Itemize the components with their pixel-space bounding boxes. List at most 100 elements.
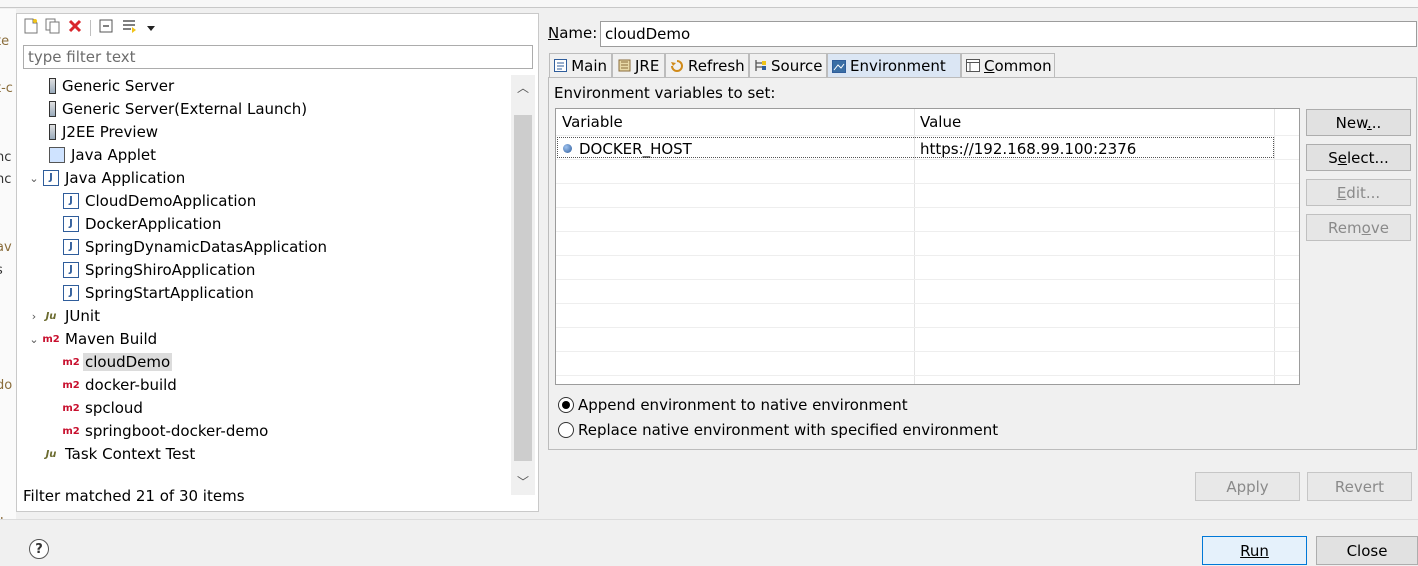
- scroll-up-button[interactable]: ︿: [511, 75, 535, 99]
- tree-item-springdynamicdatasapplication[interactable]: J SpringDynamicDatasApplication: [63, 236, 329, 258]
- new-file-icon: [24, 18, 38, 38]
- tab-main[interactable]: Main: [549, 53, 612, 77]
- append-label: Append environment to native environment: [578, 396, 908, 414]
- column-header-variable[interactable]: Variable: [556, 109, 914, 135]
- collapse-all-icon: [99, 19, 113, 37]
- server-icon: [49, 101, 56, 117]
- column-header-value[interactable]: Value: [914, 109, 1274, 135]
- replace-env-option[interactable]: Replace native environment with specifie…: [558, 421, 998, 439]
- append-radio[interactable]: [558, 397, 574, 413]
- tree-item-label: Generic Server: [62, 77, 175, 95]
- tree-item-springboot-docker-demo[interactable]: m2 springboot-docker-demo: [62, 420, 270, 442]
- applet-icon: [49, 147, 65, 163]
- apply-button[interactable]: Apply: [1195, 472, 1300, 501]
- server-icon: [49, 124, 56, 140]
- tree-item-clouddemoapplication[interactable]: J CloudDemoApplication: [63, 190, 258, 212]
- run-button[interactable]: Run: [1202, 536, 1307, 565]
- row-divider: [556, 303, 1299, 304]
- tree-item-clouddemo[interactable]: m2 cloudDemo: [62, 351, 173, 373]
- collapse-all-button[interactable]: [96, 18, 116, 38]
- tree-item-task-context-test[interactable]: Ju Task Context Test: [43, 443, 197, 465]
- chevron-right-icon[interactable]: ›: [27, 310, 41, 323]
- select-variable-button[interactable]: Select...: [1306, 144, 1411, 171]
- revert-button[interactable]: Revert: [1307, 472, 1412, 501]
- filter-configs-button[interactable]: [119, 18, 139, 38]
- tree-item-generic-server[interactable]: Generic Server: [33, 75, 176, 97]
- tree-item-label: springboot-docker-demo: [85, 422, 269, 440]
- new-config-button[interactable]: [21, 18, 41, 38]
- environment-tab-panel: Environment variables to set: Variable V…: [548, 77, 1417, 450]
- tab-common[interactable]: Common: [961, 53, 1055, 77]
- tab-source[interactable]: Source: [749, 53, 827, 77]
- common-tab-icon: [966, 59, 980, 73]
- tree-item-j2ee-preview[interactable]: J2EE Preview: [33, 121, 160, 143]
- tree-item-label: Java Application: [65, 169, 186, 187]
- row-divider: [556, 159, 1299, 160]
- name-input[interactable]: [600, 21, 1417, 47]
- row-divider: [556, 327, 1299, 328]
- tree-item-label: SpringDynamicDatasApplication: [85, 238, 327, 256]
- edge-fragment: te: [0, 34, 10, 49]
- tab-jre[interactable]: JRE: [612, 53, 665, 77]
- chevron-down-icon[interactable]: ⌄: [27, 333, 41, 346]
- tree-item-label: Java Applet: [71, 146, 157, 164]
- edge-fragment: nc: [0, 150, 12, 165]
- scroll-thumb[interactable]: [514, 115, 532, 461]
- tab-refresh[interactable]: Refresh: [665, 53, 749, 77]
- background-window-edge: te t-c nc nc av s do JL: [0, 9, 16, 519]
- delete-config-button[interactable]: [65, 18, 85, 38]
- filter-input[interactable]: [23, 45, 533, 69]
- duplicate-config-button[interactable]: [43, 18, 63, 38]
- tree-item-springstartapplication[interactable]: J SpringStartApplication: [63, 282, 256, 304]
- tree-scrollbar[interactable]: ︿ ﹀: [511, 75, 535, 495]
- name-label: Name:: [548, 24, 598, 42]
- environment-tab-icon: [832, 59, 846, 73]
- row-divider: [556, 279, 1299, 280]
- cell-variable: DOCKER_HOST: [579, 140, 692, 158]
- tree-item-maven-build[interactable]: ⌄ m2 Maven Build: [27, 328, 159, 350]
- tree-item-dockerapplication[interactable]: J DockerApplication: [63, 213, 223, 235]
- maven-icon: m2: [62, 379, 80, 391]
- edge-fragment: nc: [0, 172, 12, 187]
- question-icon: ?: [35, 541, 43, 557]
- chevron-down-icon: ﹀: [516, 474, 529, 489]
- jre-tab-icon: [617, 59, 631, 73]
- tree-item-spcloud[interactable]: m2 spcloud: [62, 397, 145, 419]
- chevron-down-icon[interactable]: ⌄: [27, 172, 41, 185]
- maven-icon: m2: [62, 402, 80, 414]
- tree-item-label: JUnit: [65, 307, 100, 325]
- edit-variable-button[interactable]: Edit...: [1306, 179, 1411, 206]
- row-divider: [556, 375, 1299, 376]
- edge-fragment: t-c: [0, 81, 13, 96]
- env-variables-table[interactable]: Variable Value DOCKER_HOST https://192.1…: [555, 108, 1300, 385]
- launch-config-tree: Generic Server Generic Server(External L…: [17, 75, 511, 479]
- help-button[interactable]: ?: [29, 539, 49, 559]
- maven-icon: m2: [42, 333, 60, 345]
- append-env-option[interactable]: Append environment to native environment: [558, 396, 908, 414]
- tree-item-junit[interactable]: › Ju JUnit: [27, 305, 102, 327]
- replace-radio[interactable]: [558, 422, 574, 438]
- tree-item-generic-server-external[interactable]: Generic Server(External Launch): [33, 98, 309, 120]
- tree-item-java-application[interactable]: ⌄ J Java Application: [27, 167, 187, 189]
- java-app-icon: J: [43, 170, 59, 186]
- view-menu-button[interactable]: [141, 18, 161, 38]
- replace-label: Replace native environment with specifie…: [578, 421, 999, 439]
- row-divider: [556, 231, 1299, 232]
- tree-item-label: spcloud: [85, 399, 143, 417]
- refresh-tab-icon: [670, 59, 684, 73]
- tree-item-java-applet[interactable]: Java Applet: [33, 144, 158, 166]
- row-divider: [556, 183, 1299, 184]
- row-divider: [556, 207, 1299, 208]
- cell-value: https://192.168.99.100:2376: [920, 140, 1137, 158]
- filter-icon: [121, 18, 137, 38]
- tree-item-label: CloudDemoApplication: [85, 192, 257, 210]
- remove-variable-button[interactable]: Remove: [1306, 214, 1411, 241]
- tree-item-label: cloudDemo: [83, 353, 173, 371]
- tree-item-springshiroapplication[interactable]: J SpringShiroApplication: [63, 259, 257, 281]
- tab-environment[interactable]: Environment: [827, 53, 961, 78]
- tree-item-docker-build[interactable]: m2 docker-build: [62, 374, 179, 396]
- main-tab-icon: [554, 59, 568, 73]
- new-variable-button[interactable]: New...: [1306, 109, 1411, 136]
- close-button[interactable]: Close: [1316, 536, 1418, 565]
- scroll-down-button[interactable]: ﹀: [511, 469, 535, 493]
